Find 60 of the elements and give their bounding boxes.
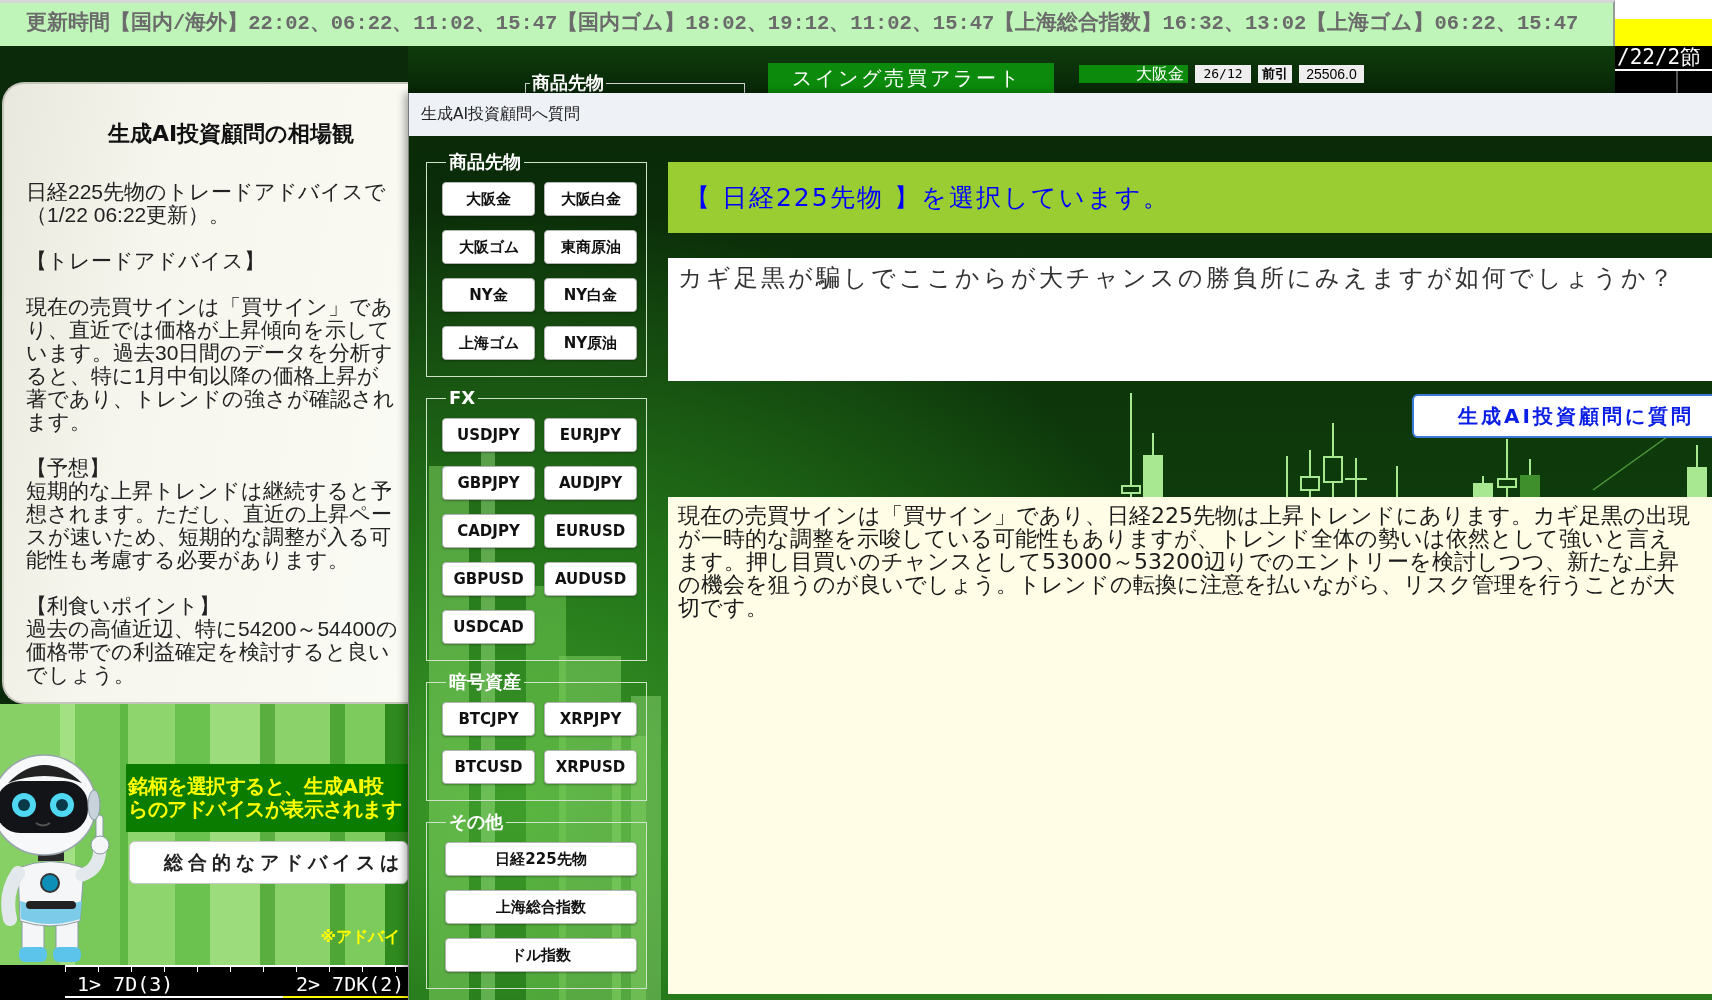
group-label: 商品先物 xyxy=(531,73,605,93)
candlestick xyxy=(1473,475,1493,497)
instrument-button[interactable]: XRPUSD xyxy=(544,750,637,784)
session-label: 前引 xyxy=(1258,65,1292,83)
candlestick xyxy=(1497,438,1517,497)
instrument-button[interactable]: BTCJPY xyxy=(442,702,535,736)
dialog-title: 生成AI投資顧問へ質問 xyxy=(421,104,581,125)
footnote-text: ※アドバイ xyxy=(320,928,400,946)
instrument-button[interactable]: ドル指数 xyxy=(445,938,637,972)
candlestick xyxy=(1286,455,1288,497)
instrument-button[interactable]: NY原油 xyxy=(544,326,637,360)
instrument-button[interactable]: XRPJPY xyxy=(544,702,637,736)
instrument-button[interactable]: 上海ゴム xyxy=(442,326,535,360)
instrument-button[interactable]: EURJPY xyxy=(544,418,637,452)
date-label: /22/2節 xyxy=(1615,46,1712,71)
indicator-label: 2> 7DK(2) xyxy=(283,972,408,998)
candlestick xyxy=(1300,449,1320,497)
answer-panel: 現在の売買サインは「買サイン」であり、日経225先物は上昇トレンドにあります。カギ足黒の出現が一時的な調整を示唆している可能性もありますが、トレンド全体の勢いは依然として強いと言えます。押し目買いのチャンスとして53000～53200辺りでのエントリーを検討しつつ、新たな上昇の機会を狙うのが良いでしょう。トレンドの転換に注意を払いながら、リスク管理を行うことが大切です。 xyxy=(668,497,1712,994)
instrument-button[interactable]: GBPUSD xyxy=(442,562,535,596)
group-label: 暗号資産 xyxy=(448,671,522,693)
candlestick xyxy=(1687,444,1707,497)
ticker-bar: 更新時間【国内/海外】22:02、06:22、11:02、15:47【国内ゴム】18:02、19:12、11:02、15:47【上海総合指数】16:32、13:02【上海ゴム】06:22、15:47 xyxy=(0,0,1615,46)
group-label: 商品先物 xyxy=(448,151,522,173)
instrument-button[interactable]: GBPJPY xyxy=(442,466,535,500)
candlestick xyxy=(1520,458,1540,497)
notice-banner: 銘柄を選択すると、生成AI投 らのアドバイスが表示されます xyxy=(126,764,408,832)
bubble-title: 生成AI投資顧問の相場観 xyxy=(106,120,356,148)
instrument-button[interactable]: 上海総合指数 xyxy=(445,890,637,924)
advice-paragraph: 現在の売買サインは「買サイン」であ り、直近では価格が上昇傾向を示して います。過去30日間のデータを分析す ると、特に1月中旬以降の価格上昇が 著であり、トレンドの強さが確認され ます。 xyxy=(25,295,396,433)
instrument-button[interactable]: 日経225先物 xyxy=(445,842,637,876)
symbol-label: 大阪金 xyxy=(1079,65,1188,83)
advice-paragraph: 【トレードアドバイス】 xyxy=(25,249,266,272)
ask-button[interactable]: 生成AI投資顧問に質問 xyxy=(1412,394,1712,438)
instrument-button[interactable]: AUDJPY xyxy=(544,466,637,500)
instrument-button[interactable]: BTCUSD xyxy=(442,750,535,784)
instrument-button[interactable]: 東商原油 xyxy=(544,230,637,264)
instrument-button[interactable]: USDJPY xyxy=(442,418,535,452)
instrument-button[interactable]: AUDUSD xyxy=(544,562,637,596)
instrument-button[interactable]: NY白金 xyxy=(544,278,637,312)
candlestick xyxy=(1143,432,1163,497)
question-field[interactable]: カギ足黒が騙しでここからが大チャンスの勝負所にみえますが如何でしょうか？ xyxy=(668,258,1712,381)
instrument-button[interactable]: NY金 xyxy=(442,278,535,312)
group-label: その他 xyxy=(448,811,504,833)
group-label: FX xyxy=(448,387,477,409)
instrument-button[interactable]: CADJPY xyxy=(442,514,535,548)
advice-button[interactable]: 総合的なアドバイスは xyxy=(129,841,408,884)
price-label: 25506.0 xyxy=(1299,65,1364,83)
advice-paragraph: 【利食いポイント】 過去の高値近辺、特に54200～54400の 価格帯での利益確定を検討すると良い でしょう。 xyxy=(25,594,399,686)
instrument-button[interactable]: 大阪ゴム xyxy=(442,230,535,264)
contract-month-label: 26/12 xyxy=(1195,65,1251,83)
candlestick xyxy=(1396,465,1398,497)
instrument-button[interactable]: 大阪金 xyxy=(442,182,535,216)
instrument-button[interactable]: 大阪白金 xyxy=(544,182,637,216)
selection-banner: 【 日経225先物 】を選択しています。 xyxy=(668,162,1712,233)
instrument-button[interactable]: USDCAD xyxy=(442,610,535,644)
advice-paragraph: 【予想】 短期的な上昇トレンドは継続すると予 想されます。ただし、直近の上昇ペー スが速いため、短期的な調整が入る可 能性も考慮する必要があります。 xyxy=(25,456,393,571)
swing-alert-button[interactable]: スイング売買アラート xyxy=(768,63,1054,93)
advice-paragraph: 日経225先物のトレードアドバイスで （1/22 06:22更新）。 xyxy=(25,180,388,226)
instrument-button[interactable]: EURUSD xyxy=(544,514,637,548)
indicator-label: 1> 7D(3) xyxy=(65,972,283,998)
